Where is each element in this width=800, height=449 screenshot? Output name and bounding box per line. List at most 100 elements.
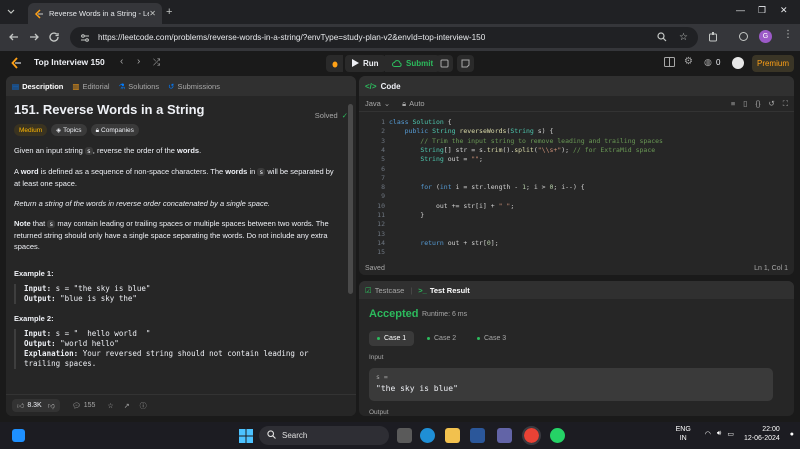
left-panel-tabs: ▤ Description ▥ Editorial ⚗ Solutions ↺ Subm…	[6, 76, 356, 96]
topics-button[interactable]: ◈ Topics	[51, 124, 87, 136]
task-view-icon[interactable]	[397, 428, 412, 443]
line-number: 8	[381, 183, 385, 192]
minimize-icon[interactable]: —	[736, 5, 745, 15]
language-select[interactable]: Java ⌄	[365, 99, 390, 108]
line-number: 11	[377, 211, 385, 219]
description-paragraph-4: Note that s may contain leading or trail…	[14, 219, 329, 251]
format-icon[interactable]: ≡	[731, 99, 735, 108]
braces-icon[interactable]: {}	[755, 99, 760, 108]
problem-title[interactable]: 151. Reverse Words in a String	[14, 103, 339, 116]
reload-icon[interactable]	[48, 31, 60, 45]
settings-gear-icon[interactable]: ⚙	[684, 56, 693, 67]
debug-icon[interactable]	[326, 55, 343, 72]
windows-taskbar: Search ENG IN ◠ 🔊︎ ▭ 22:00 12-06-2024 ●	[0, 422, 800, 449]
run-label: Run	[363, 59, 379, 68]
store-icon[interactable]	[470, 428, 485, 443]
taskbar-search[interactable]: Search	[259, 426, 389, 445]
layout-icon[interactable]	[664, 57, 675, 69]
tab-test-result[interactable]: >_ Test Result	[418, 286, 469, 295]
back-icon[interactable]	[8, 31, 20, 45]
next-problem-icon[interactable]: ›	[137, 56, 140, 67]
editorial-icon: ▥	[72, 81, 80, 91]
battery-icon[interactable]: ▭	[727, 430, 734, 438]
user-avatar[interactable]	[732, 57, 744, 69]
leetcode-logo-icon[interactable]	[10, 57, 22, 69]
line-number: 14	[377, 238, 385, 247]
url-text: https://leetcode.com/problems/reverse-wo…	[98, 33, 486, 42]
new-tab-icon[interactable]: +	[166, 6, 172, 18]
case-tab-2[interactable]: Case 2	[419, 331, 464, 346]
clock[interactable]: 22:00 12-06-2024	[744, 425, 780, 443]
tab-description[interactable]: ▤ Description	[12, 82, 63, 91]
fire-streak-icon[interactable]: ◍	[704, 57, 712, 68]
example-2-box: Input: s = " hello world " Output: "worl…	[14, 329, 339, 369]
chevron-down-icon: ⌄	[383, 99, 391, 108]
favorite-star-icon[interactable]: ☆	[107, 402, 113, 410]
tab-testcase[interactable]: ☑ Testcase	[365, 286, 404, 295]
teams-icon[interactable]	[497, 428, 512, 443]
tab-submissions[interactable]: ↺ Submissions	[168, 82, 220, 91]
submit-button[interactable]: Submit	[385, 55, 441, 72]
windows-start-icon[interactable]	[238, 428, 253, 443]
help-icon[interactable]: ⓘ	[140, 401, 147, 411]
close-window-icon[interactable]: ✕	[780, 5, 788, 16]
url-field[interactable]: https://leetcode.com/problems/reverse-wo…	[70, 27, 698, 48]
description-paragraph-2: A word is defined as a sequence of non-s…	[14, 167, 334, 188]
browser-menu-icon[interactable]: ⋮	[783, 29, 793, 40]
zoom-search-icon[interactable]	[657, 31, 667, 44]
share-icon[interactable]: ↗	[124, 402, 130, 410]
edge-icon[interactable]	[420, 428, 435, 443]
tab-solutions[interactable]: ⚗ Solutions	[119, 82, 160, 91]
restore-icon[interactable]: ❐	[758, 5, 766, 16]
widgets-icon[interactable]	[12, 429, 25, 442]
tag-icon: ◈	[56, 126, 62, 134]
comments-button[interactable]: 💬︎ 155	[72, 402, 96, 410]
whatsapp-icon[interactable]	[550, 428, 565, 443]
profile-avatar[interactable]: G	[759, 30, 772, 43]
thumbs-down-icon: 👎︎	[47, 403, 55, 410]
tab-search-icon[interactable]	[6, 6, 16, 16]
close-tab-icon[interactable]: ✕	[149, 9, 156, 18]
browser-tab[interactable]: Reverse Words in a String - Lee ✕	[28, 3, 162, 24]
bookmark-star-icon[interactable]: ☆	[679, 32, 688, 43]
forward-icon[interactable]	[28, 31, 40, 45]
chrome-icon[interactable]	[522, 426, 541, 445]
shuffle-icon[interactable]: ⤮	[153, 57, 160, 68]
case-tab-3[interactable]: Case 3	[469, 331, 514, 346]
run-button[interactable]: Run	[345, 55, 386, 72]
notes-icon[interactable]	[457, 55, 474, 72]
problem-list-name[interactable]: Top Interview 150	[34, 57, 105, 67]
description-scrollbar[interactable]	[348, 104, 353, 294]
bookmark-icon[interactable]: ▯	[743, 99, 747, 108]
like-button[interactable]: 👍︎ 8.3K 👎︎	[12, 399, 60, 412]
lock-icon: 🔒︎	[95, 126, 100, 134]
tab-editorial[interactable]: ▥ Editorial	[72, 82, 109, 91]
volume-icon[interactable]: 🔊︎	[717, 430, 721, 438]
problem-description: 151. Reverse Words in a String Medium ◈ T…	[14, 103, 339, 369]
code-line: String out = "";	[420, 155, 483, 164]
timer-icon[interactable]	[436, 55, 453, 72]
file-explorer-icon[interactable]	[445, 428, 460, 443]
reset-icon[interactable]: ↺	[768, 99, 774, 108]
terminal-icon: >_	[418, 285, 427, 295]
cloud-upload-icon	[392, 59, 402, 69]
language-indicator[interactable]: ENG IN	[676, 425, 691, 443]
fullscreen-icon[interactable]: ⛶	[783, 99, 788, 109]
description-footer: 👍︎ 8.3K 👎︎ 💬︎ 155 ☆ ↗ ⓘ	[6, 394, 356, 416]
auto-mode-toggle[interactable]: 🔒︎ Auto	[402, 99, 424, 109]
notifications-icon[interactable]: ●	[790, 431, 794, 438]
browser-tab-bar: Reverse Words in a String - Lee ✕ + — ❐ …	[0, 0, 800, 24]
extensions-icon[interactable]	[708, 31, 719, 44]
solutions-flask-icon: ⚗	[118, 81, 126, 91]
companies-button[interactable]: 🔒︎ Companies	[90, 124, 139, 136]
case-tab-1[interactable]: Case 1	[369, 331, 415, 346]
result-panel: ☑ Testcase | >_ Test Result Accepted Runti…	[359, 281, 794, 416]
sync-icon[interactable]	[738, 31, 749, 44]
description-paragraph-1: Given an input string s, reverse the ord…	[14, 146, 202, 155]
wifi-icon[interactable]: ◠	[705, 430, 711, 438]
prev-problem-icon[interactable]: ‹	[120, 56, 123, 67]
description-panel: ▤ Description ▥ Editorial ⚗ Solutions ↺ Subm…	[6, 76, 356, 416]
code-editor[interactable]: 1 class Solution {2 public String reverse…	[359, 114, 794, 259]
site-info-icon[interactable]	[80, 33, 90, 43]
premium-button[interactable]: Premium	[752, 55, 794, 72]
